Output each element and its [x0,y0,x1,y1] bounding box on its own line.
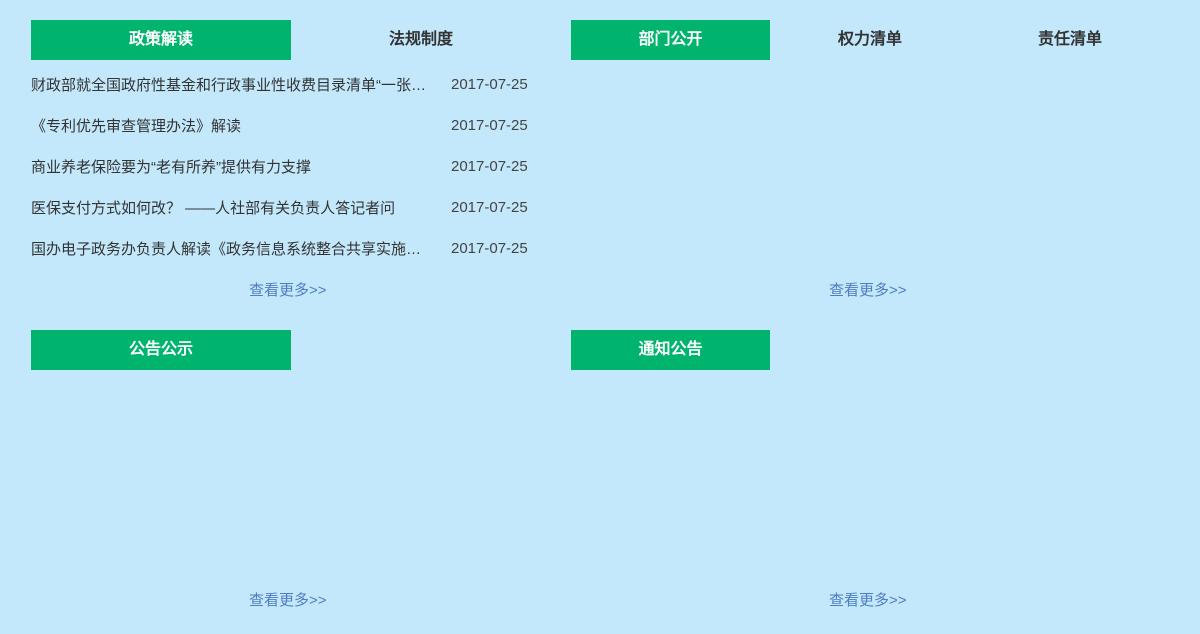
announcement-more-link[interactable]: 查看更多>> [249,589,327,610]
news-date: 2017-07-25 [451,76,528,93]
news-date: 2017-07-25 [451,199,528,216]
department-tabs: 部门公开 权力清单 责任清单 [571,20,1170,60]
notice-tabs: 通知公告 [571,330,770,370]
tab-department-disclosure[interactable]: 部门公开 [571,20,770,60]
news-title-link[interactable]: 国办电子政务办负责人解读《政务信息系统整合共享实施方案》 [31,238,431,259]
tab-policy-interpretation[interactable]: 政策解读 [31,20,291,60]
news-title-link[interactable]: 医保支付方式如何改？ ——人社部有关负责人答记者问 [31,197,431,218]
news-date: 2017-07-25 [451,158,528,175]
list-item[interactable]: 财政部就全国政府性基金和行政事业性收费目录清单“一张网”答记者问 2017-07… [31,64,528,105]
list-item[interactable]: 国办电子政务办负责人解读《政务信息系统整合共享实施方案》 2017-07-25 [31,228,528,269]
notice-more-link[interactable]: 查看更多>> [829,589,907,610]
department-more-link[interactable]: 查看更多>> [829,279,907,300]
news-date: 2017-07-25 [451,240,528,257]
news-title-link[interactable]: 《专利优先审查管理办法》解读 [31,115,431,136]
news-date: 2017-07-25 [451,117,528,134]
tab-regulations[interactable]: 法规制度 [291,20,551,60]
policy-tabs: 政策解读 法规制度 [31,20,551,60]
news-title-link[interactable]: 商业养老保险要为“老有所养”提供有力支撑 [31,156,431,177]
tab-notice[interactable]: 通知公告 [571,330,770,370]
news-title-link[interactable]: 财政部就全国政府性基金和行政事业性收费目录清单“一张网”答记者问 [31,74,431,95]
notice-panel: 通知公告 查看更多>> [571,330,1171,620]
tab-public-announcement[interactable]: 公告公示 [31,330,291,370]
policy-more-link[interactable]: 查看更多>> [249,279,327,300]
list-item[interactable]: 商业养老保险要为“老有所养”提供有力支撑 2017-07-25 [31,146,528,187]
list-item[interactable]: 医保支付方式如何改？ ——人社部有关负责人答记者问 2017-07-25 [31,187,528,228]
list-item[interactable]: 《专利优先审查管理办法》解读 2017-07-25 [31,105,528,146]
announcement-panel: 公告公示 查看更多>> [31,330,541,620]
policy-news-list: 财政部就全国政府性基金和行政事业性收费目录清单“一张网”答记者问 2017-07… [31,64,528,269]
policy-panel: 政策解读 法规制度 财政部就全国政府性基金和行政事业性收费目录清单“一张网”答记… [31,20,541,310]
department-panel: 部门公开 权力清单 责任清单 查看更多>> [571,20,1171,310]
tab-power-list[interactable]: 权力清单 [770,20,970,60]
tab-responsibility-list[interactable]: 责任清单 [970,20,1170,60]
announcement-tabs: 公告公示 [31,330,291,370]
